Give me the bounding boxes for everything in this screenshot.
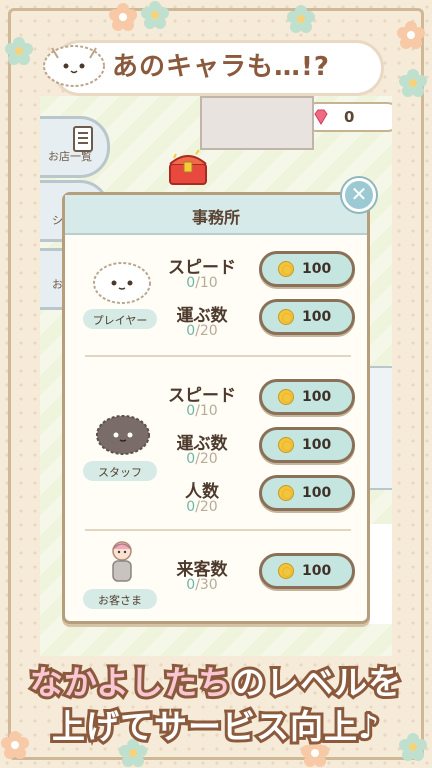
upgrade-button[interactable]: 100	[259, 251, 355, 287]
stat-level: 0/20	[186, 451, 218, 467]
headline-text: あのキャラも…!?	[112, 52, 330, 82]
customer-character-icon	[112, 541, 132, 582]
player-character-icon	[93, 262, 151, 304]
coin-icon	[278, 437, 294, 453]
coin-icon	[278, 389, 294, 405]
gem-counter[interactable]: 0	[302, 102, 392, 132]
stat-level: 0/30	[186, 577, 218, 593]
upgrade-button[interactable]: 100	[259, 299, 355, 335]
stat-level: 0/20	[186, 323, 218, 339]
section-divider	[85, 355, 351, 357]
fluffy-mascot-icon	[43, 45, 105, 87]
flower-icon	[287, 5, 315, 33]
upgrade-button[interactable]: 100	[259, 553, 355, 589]
stat-level: 0/10	[186, 275, 218, 291]
flower-icon	[109, 3, 137, 31]
upgrade-button[interactable]: 100	[259, 475, 355, 511]
counter-furniture	[200, 96, 314, 150]
treasure-chest-icon[interactable]	[166, 148, 210, 188]
stat-level: 0/20	[186, 499, 218, 515]
coin-icon	[278, 485, 294, 501]
role-tag-staff: スタッフ	[83, 461, 157, 481]
side-menu-shop-list-label: お店一覧	[48, 150, 92, 163]
close-icon: ✕	[350, 182, 368, 206]
staff-character-icon	[96, 415, 150, 455]
upgrade-button[interactable]: 100	[259, 379, 355, 415]
stat-level: 0/10	[186, 403, 218, 419]
flower-icon	[141, 1, 169, 29]
section-divider	[85, 529, 351, 531]
office-dialog: 事務所 プレイヤー スピード 0/10 100 運ぶ数 0/20 100 スタッ…	[62, 192, 370, 624]
coin-icon	[278, 563, 294, 579]
upgrade-button[interactable]: 100	[259, 427, 355, 463]
role-tag-customer: お客さま	[83, 589, 157, 609]
gem-icon	[314, 109, 328, 125]
caption-accent: なかよしたち	[27, 660, 234, 705]
caption-line-1: なかよしたちのレベルを	[0, 656, 432, 705]
close-dialog-button[interactable]: ✕	[342, 178, 376, 212]
coin-icon	[278, 261, 294, 277]
flower-icon	[397, 21, 425, 49]
flower-icon	[5, 37, 33, 65]
dialog-title: 事務所	[191, 208, 240, 227]
caption-line-2: 上げてサービス向上♪	[49, 704, 382, 749]
gem-count: 0	[344, 108, 355, 126]
coin-icon	[278, 309, 294, 325]
flower-icon	[399, 69, 427, 97]
caption-rest: のレベルを	[229, 660, 404, 705]
role-tag-player: プレイヤー	[83, 309, 157, 329]
side-menu-shop-list[interactable]	[40, 116, 110, 178]
